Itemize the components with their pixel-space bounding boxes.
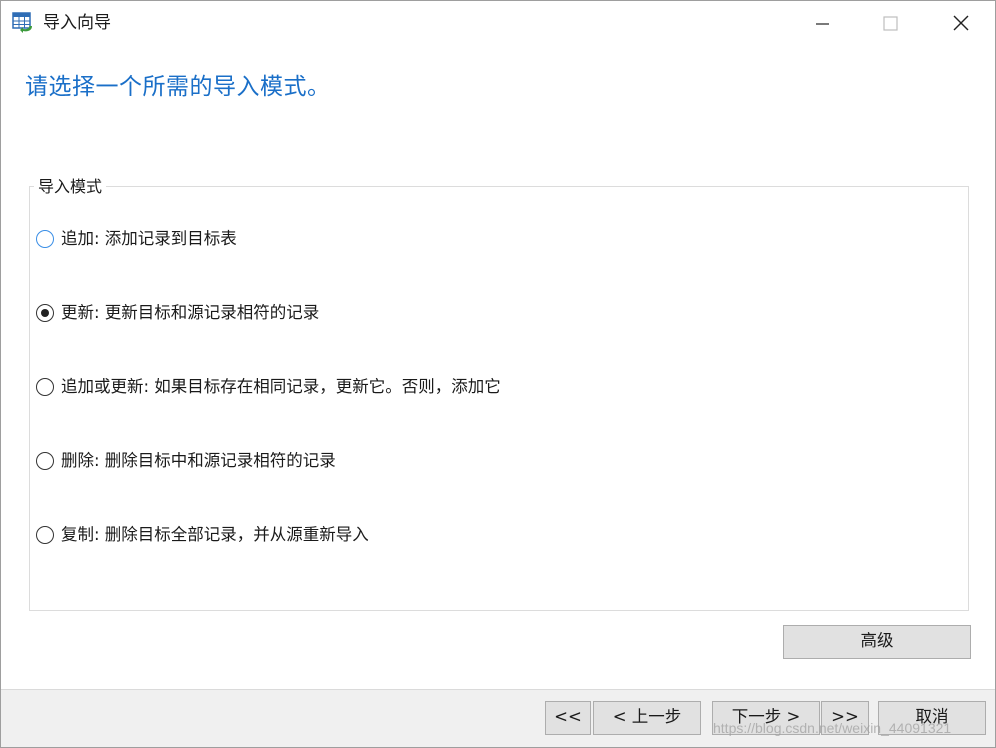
minimize-icon[interactable]	[799, 1, 845, 47]
title-bar[interactable]: 导入向导	[1, 1, 995, 47]
option-label: 追加: 添加记录到目标表	[61, 229, 237, 248]
close-icon[interactable]	[938, 1, 984, 47]
option-update[interactable]: 更新: 更新目标和源记录相符的记录	[36, 300, 319, 326]
radio-copy[interactable]	[36, 526, 54, 544]
radio-update[interactable]	[36, 304, 54, 322]
radio-append[interactable]	[36, 230, 54, 248]
option-append-or-update[interactable]: 追加或更新: 如果目标存在相同记录，更新它。否则，添加它	[36, 374, 501, 400]
option-append[interactable]: 追加: 添加记录到目标表	[36, 226, 237, 252]
maximize-icon[interactable]	[867, 1, 913, 47]
option-label: 更新: 更新目标和源记录相符的记录	[61, 303, 320, 322]
option-label: 复制: 删除目标全部记录，并从源重新导入	[61, 525, 369, 544]
window-title: 导入向导	[43, 13, 111, 33]
first-step-button[interactable]: <<	[545, 701, 591, 735]
option-label: 删除: 删除目标中和源记录相符的记录	[61, 451, 336, 470]
watermark: https://blog.csdn.net/weixin_44091321	[713, 720, 952, 736]
advanced-button[interactable]: 高级	[783, 625, 971, 659]
group-label: 导入模式	[34, 176, 107, 198]
radio-append-or-update[interactable]	[36, 378, 54, 396]
radio-delete[interactable]	[36, 452, 54, 470]
option-label: 追加或更新: 如果目标存在相同记录，更新它。否则，添加它	[61, 377, 501, 396]
previous-button[interactable]: < 上一步	[593, 701, 701, 735]
import-wizard-window: 导入向导 请选择一个所需的导入模式。 导入模式 追加: 添加记录到目标表 更新:…	[0, 0, 996, 748]
option-copy[interactable]: 复制: 删除目标全部记录，并从源重新导入	[36, 522, 369, 548]
page-heading: 请选择一个所需的导入模式。	[25, 74, 331, 100]
table-import-icon	[12, 12, 34, 34]
option-delete[interactable]: 删除: 删除目标中和源记录相符的记录	[36, 448, 336, 474]
